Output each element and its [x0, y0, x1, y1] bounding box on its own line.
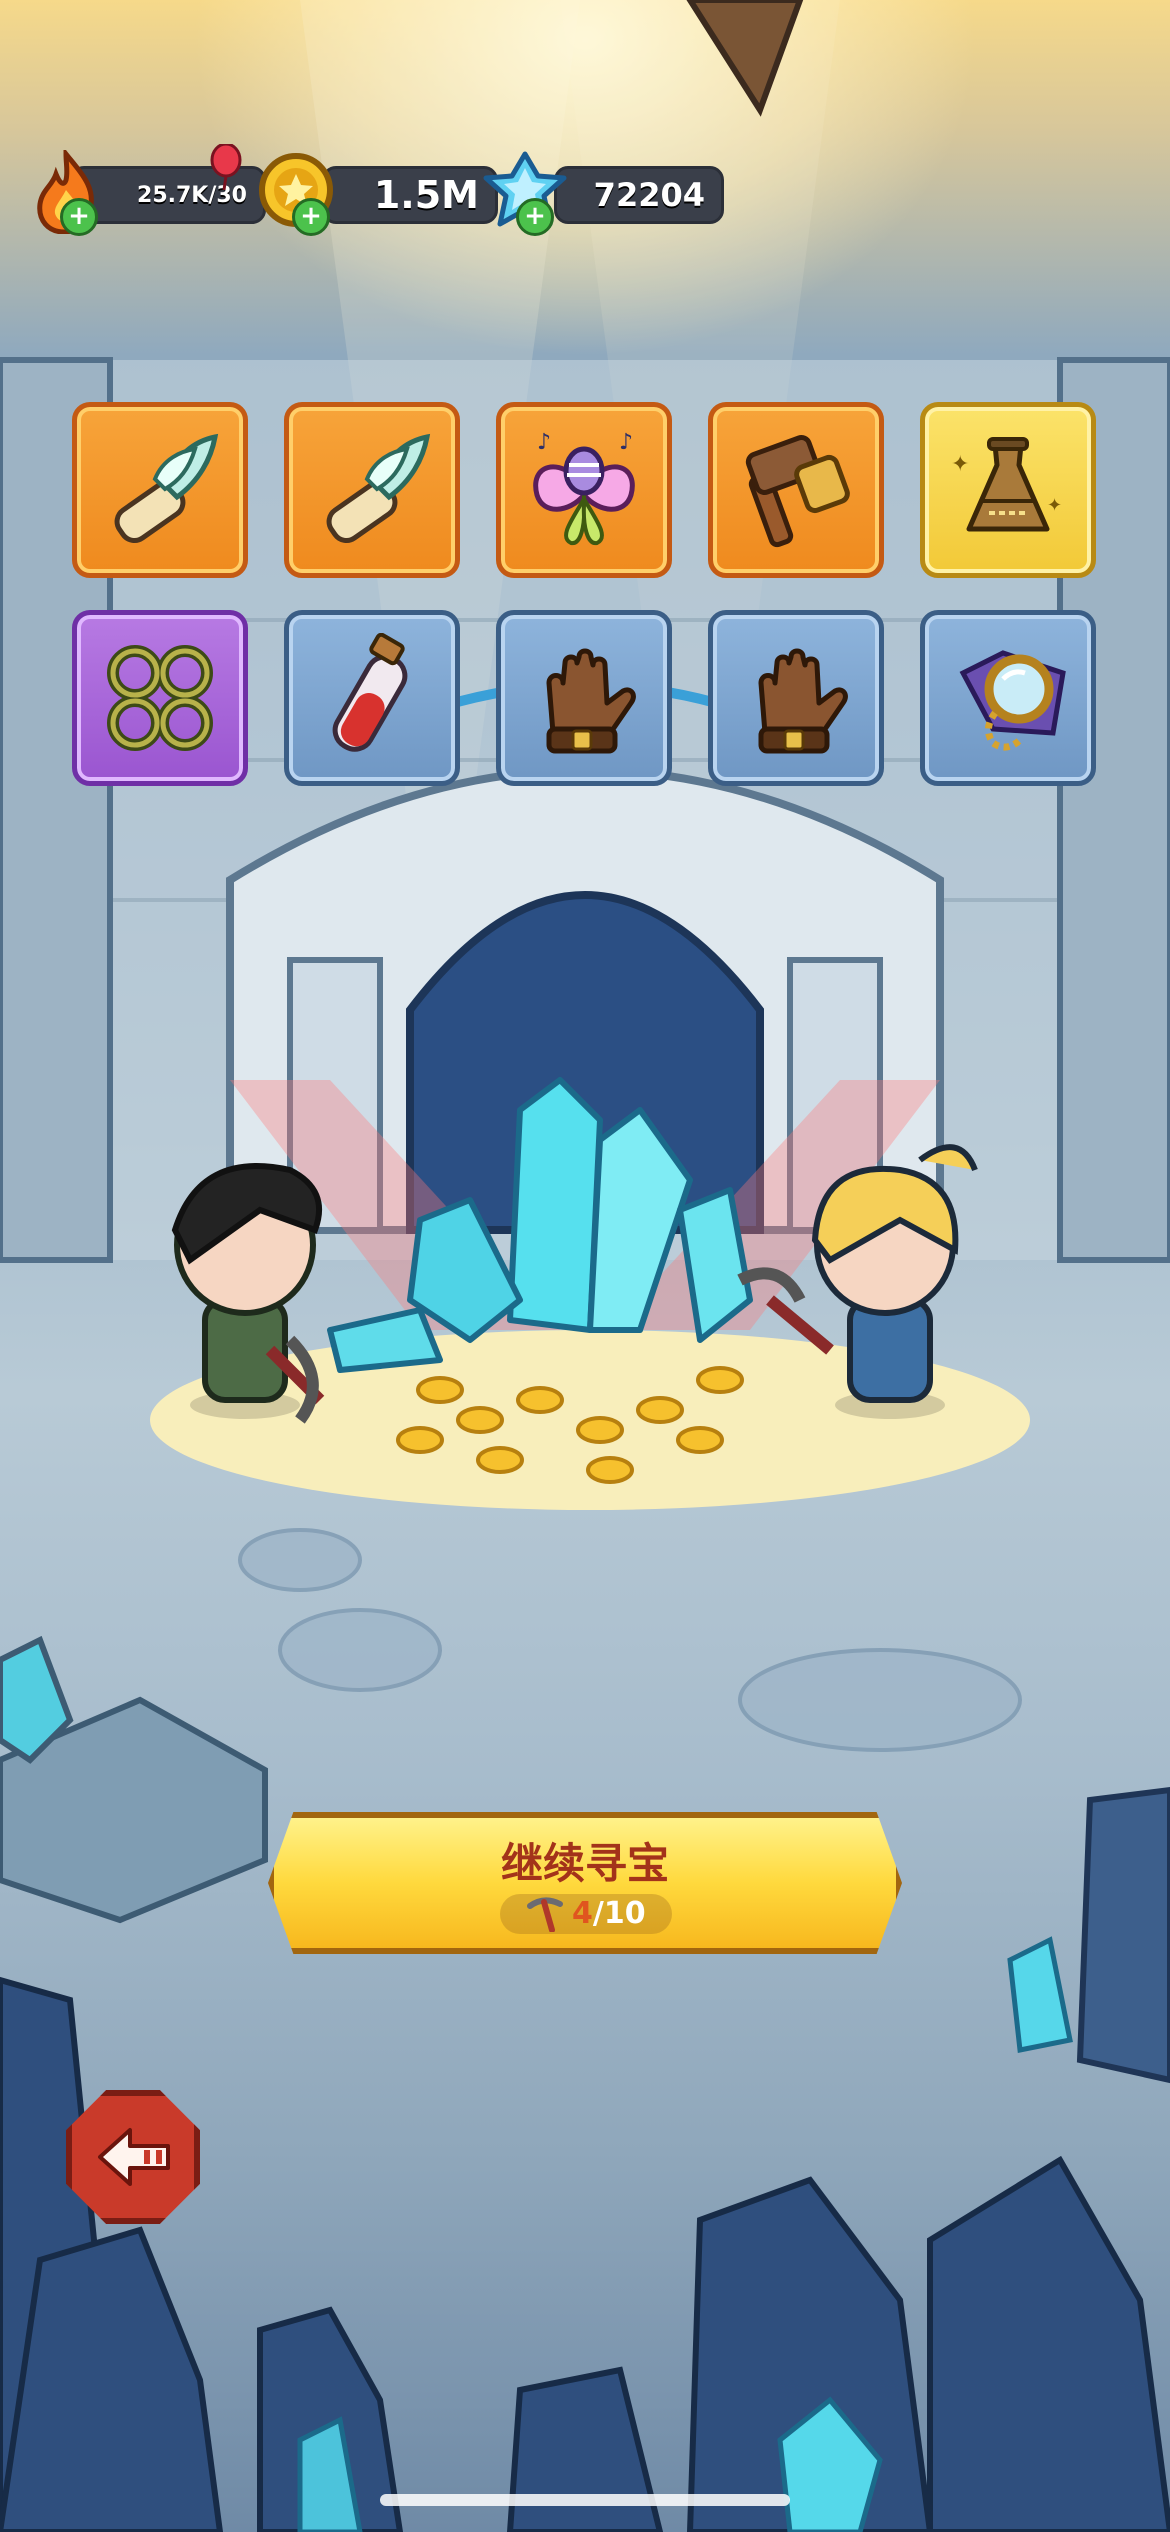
reward-slot-9[interactable] — [708, 610, 884, 786]
back-button[interactable] — [66, 2090, 200, 2224]
leather-glove-icon — [758, 648, 848, 754]
svg-text:♪: ♪ — [619, 430, 633, 455]
add-coins-button[interactable]: + — [292, 198, 330, 236]
attempts-count: 4/10 — [572, 1896, 646, 1931]
magnifier-amulet-icon — [959, 650, 1066, 751]
balloon-icon — [210, 144, 242, 190]
svg-text:♪: ♪ — [537, 430, 551, 455]
add-energy-button[interactable]: + — [60, 198, 98, 236]
leather-glove-icon — [546, 648, 636, 754]
gem-counter[interactable]: 72204 — [554, 166, 724, 224]
reward-slot-4[interactable] — [708, 402, 884, 578]
reward-slot-8[interactable] — [496, 610, 672, 786]
pickaxe-icon — [527, 1897, 563, 1932]
attempts-counter: 4/10 — [500, 1894, 672, 1934]
reward-slot-10[interactable] — [920, 610, 1096, 786]
svg-text:✦: ✦ — [1047, 495, 1062, 516]
sand-timer-vase-icon: ✦ ✦ — [951, 437, 1062, 532]
potion-vial-icon — [332, 633, 408, 752]
add-gems-button[interactable]: + — [516, 198, 554, 236]
coin-counter[interactable]: 1.5M — [322, 166, 498, 224]
feather-scroll-icon — [114, 433, 219, 544]
gem-value: 72204 — [593, 176, 705, 214]
thorn-chain-icon — [107, 645, 213, 751]
feather-scroll-icon — [326, 433, 431, 544]
reward-slot-7[interactable] — [284, 610, 460, 786]
reward-slot-5[interactable]: ✦ ✦ — [920, 402, 1096, 578]
continue-treasure-hunt-button[interactable]: 继续寻宝 4/10 — [268, 1812, 902, 1954]
reward-slot-2[interactable] — [284, 402, 460, 578]
reward-slot-3[interactable]: ♪ ♪ — [496, 402, 672, 578]
music-butterfly-icon: ♪ ♪ — [533, 430, 635, 546]
svg-text:✦: ✦ — [951, 452, 969, 477]
reward-slot-1[interactable] — [72, 402, 248, 578]
attempts-total: /10 — [592, 1896, 646, 1931]
coin-value: 1.5M — [373, 173, 479, 217]
back-arrow-icon — [98, 2128, 170, 2186]
resource-bar: 25.7K/30 + 1.5M + 72204 + — [30, 144, 1140, 240]
reward-slot-6[interactable] — [72, 610, 248, 786]
home-indicator[interactable] — [380, 2494, 790, 2506]
attempts-current: 4 — [572, 1896, 593, 1931]
hammer-icon — [745, 435, 850, 548]
continue-button-label: 继续寻宝 — [500, 1839, 669, 1888]
